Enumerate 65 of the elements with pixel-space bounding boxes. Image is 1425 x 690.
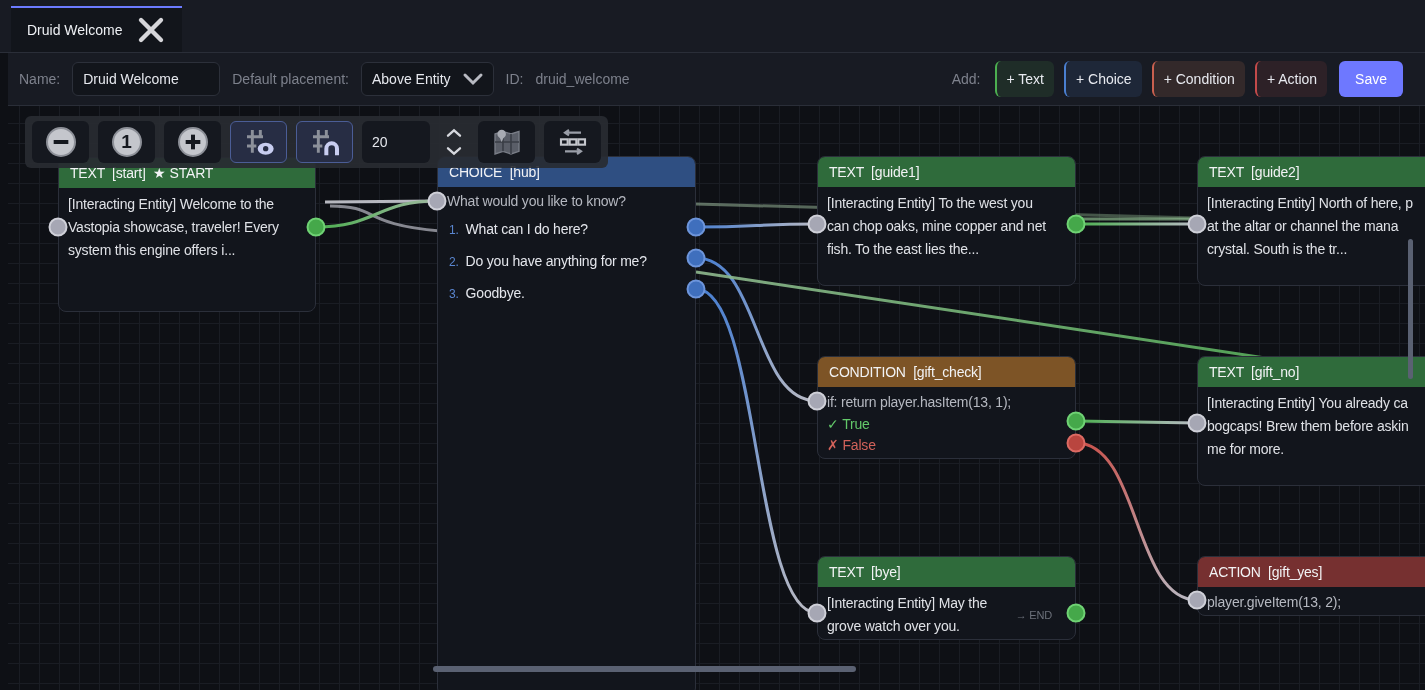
- port-handle[interactable]: [1066, 411, 1086, 431]
- zoom-out-icon: [44, 126, 77, 158]
- port-handle[interactable]: [807, 603, 827, 623]
- port-handle[interactable]: [1066, 214, 1086, 234]
- zoom-out-button[interactable]: [32, 121, 89, 163]
- field-label: Name:: [19, 71, 61, 87]
- choice-prompt: What would you like to know?: [447, 192, 627, 211]
- node-text: [Interacting Entity] You already ca bogcaps! Brew them before askin me for more.: [1207, 394, 1410, 459]
- branch-label: ✗ False: [827, 436, 877, 455]
- save-button[interactable]: Save: [1339, 61, 1403, 97]
- node-header: ACTION [gift_yes]: [1198, 557, 1425, 587]
- node-header: TEXT [bye]: [818, 557, 1075, 587]
- node-text: [Interacting Entity] May the grove watch over you.: [827, 594, 988, 636]
- name-field[interactable]: Druid Welcome: [72, 62, 221, 96]
- add-node-button[interactable]: + Text: [994, 61, 1054, 97]
- tab-title: Druid Welcome: [27, 22, 123, 38]
- action-code: player.giveItem(13, 2);: [1207, 593, 1342, 612]
- condition-code: if: return player.hasItem(13, 1);: [827, 393, 1013, 412]
- port-handle[interactable]: [807, 214, 827, 234]
- port-handle[interactable]: [1187, 214, 1207, 234]
- node-header: CONDITION [gift_check]: [818, 357, 1075, 387]
- node-text: [Interacting Entity] To the west you can chop oaks, mine copper and net fish. To the east lies the...: [827, 194, 1047, 259]
- reset-zoom-button[interactable]: 1: [98, 121, 155, 163]
- choice-option[interactable]: What can I do here?: [465, 214, 588, 245]
- minimap-button[interactable]: [478, 121, 535, 163]
- arrange-button[interactable]: [544, 121, 601, 163]
- end-label: → END: [1015, 609, 1052, 621]
- choice-option[interactable]: Do you have anything for me?: [465, 246, 647, 277]
- snap-toggle-button[interactable]: [296, 121, 353, 163]
- branch-label: ✓ True: [827, 415, 871, 434]
- port-handle[interactable]: [427, 191, 447, 211]
- port-handle[interactable]: [48, 217, 68, 237]
- grid-size-field[interactable]: 20: [362, 121, 430, 163]
- editor-tab[interactable]: Druid Welcome: [11, 6, 183, 52]
- node-text: [Interacting Entity] Welcome to the Vastopia showcase, traveler! Every system this engine offers i...: [68, 195, 280, 260]
- zoom-in-button[interactable]: [164, 121, 221, 163]
- add-label: Add:: [951, 71, 981, 87]
- port-handle[interactable]: [1066, 603, 1086, 623]
- scrollbar-thumb[interactable]: [1408, 239, 1413, 379]
- port-handle[interactable]: [306, 217, 326, 237]
- field-label: ID:: [505, 71, 524, 87]
- port-handle[interactable]: [686, 279, 706, 299]
- port-handle[interactable]: [807, 391, 827, 411]
- option-number: 2.: [449, 254, 459, 271]
- grid-toggle-button[interactable]: [230, 121, 287, 163]
- port-handle[interactable]: [686, 217, 706, 237]
- port-handle[interactable]: [686, 248, 706, 268]
- port-handle[interactable]: [1066, 433, 1086, 453]
- node-text: [Interacting Entity] North of here, p at the altar or channel the mana crystal. South is the tr...: [1207, 194, 1414, 259]
- port-handle[interactable]: [1187, 413, 1207, 433]
- add-node-button[interactable]: + Choice: [1064, 61, 1142, 97]
- id-value: druid_welcome: [535, 71, 630, 87]
- node-header: TEXT [guide2]: [1198, 157, 1425, 187]
- option-number: 1.: [449, 222, 459, 239]
- zoom-in-icon: [176, 126, 209, 158]
- add-node-button[interactable]: + Condition: [1151, 61, 1245, 97]
- port-handle[interactable]: [1187, 590, 1207, 610]
- placement-dropdown[interactable]: Above Entity: [360, 62, 494, 96]
- node-header: TEXT [guide1]: [818, 157, 1075, 187]
- choice-option[interactable]: Goodbye.: [465, 278, 525, 309]
- node-header: TEXT [gift_no]: [1198, 357, 1425, 387]
- scrollbar-thumb[interactable]: [433, 666, 856, 672]
- option-number: 3.: [449, 286, 459, 303]
- add-node-button[interactable]: + Action: [1254, 61, 1328, 97]
- field-label: Default placement:: [232, 71, 349, 87]
